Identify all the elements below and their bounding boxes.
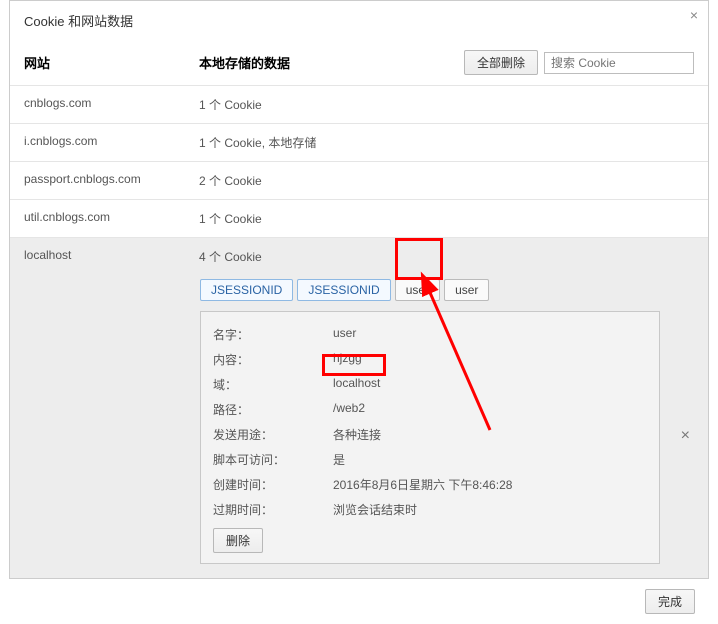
cookie-detail-box: 名字：user 内容：hjzgg 域：localhost 路径：/web2 发送… xyxy=(200,311,660,564)
site-cell: passport.cnblogs.com xyxy=(24,172,199,189)
site-cell: cnblogs.com xyxy=(24,96,199,113)
value-expires: 浏览会话结束时 xyxy=(333,501,647,518)
delete-all-button[interactable]: 全部删除 xyxy=(464,50,538,75)
table-row[interactable]: util.cnblogs.com 1 个 Cookie xyxy=(10,199,708,237)
label-name: 名字： xyxy=(213,326,333,343)
table-row-selected[interactable]: localhost 4 个 Cookie xyxy=(10,237,708,275)
table-row[interactable]: cnblogs.com 1 个 Cookie xyxy=(10,85,708,123)
value-created: 2016年8月6日星期六 下午8:46:28 xyxy=(333,476,647,493)
value-script: 是 xyxy=(333,451,647,468)
site-cell: i.cnblogs.com xyxy=(24,134,199,151)
value-path: /web2 xyxy=(333,401,647,418)
cookie-tag[interactable]: user xyxy=(395,279,440,301)
column-data: 本地存储的数据 xyxy=(199,53,464,72)
data-cell: 1 个 Cookie xyxy=(199,210,694,227)
label-expires: 过期时间： xyxy=(213,501,333,518)
label-content: 内容： xyxy=(213,351,333,368)
close-icon[interactable]: × xyxy=(690,7,698,23)
dialog-title: Cookie 和网站数据 xyxy=(24,11,694,30)
data-cell: 1 个 Cookie, 本地存储 xyxy=(199,134,694,151)
expanded-panel: JSESSIONID JSESSIONID user user 名字：user … xyxy=(10,275,708,578)
data-cell: 1 个 Cookie xyxy=(199,96,694,113)
cookie-tag-selected[interactable]: user xyxy=(444,279,489,301)
dialog-footer: 完成 xyxy=(9,579,709,624)
cookie-tag[interactable]: JSESSIONID xyxy=(297,279,390,301)
search-input[interactable] xyxy=(544,52,694,74)
site-cell: util.cnblogs.com xyxy=(24,210,199,227)
label-path: 路径： xyxy=(213,401,333,418)
done-button[interactable]: 完成 xyxy=(645,589,695,614)
label-created: 创建时间： xyxy=(213,476,333,493)
delete-cookie-button[interactable]: 删除 xyxy=(213,528,263,553)
value-name: user xyxy=(333,326,647,343)
value-domain: localhost xyxy=(333,376,647,393)
cookie-tag[interactable]: JSESSIONID xyxy=(200,279,293,301)
label-script: 脚本可访问： xyxy=(213,451,333,468)
data-cell: 2 个 Cookie xyxy=(199,172,694,189)
value-content: hjzgg xyxy=(333,351,647,368)
header-row: 网站 本地存储的数据 全部删除 xyxy=(10,36,708,85)
cookie-dialog: Cookie 和网站数据 × 网站 本地存储的数据 全部删除 cnblogs.c… xyxy=(9,0,709,579)
collapse-icon[interactable]: × xyxy=(681,427,690,445)
label-send: 发送用途： xyxy=(213,426,333,443)
site-cell: localhost xyxy=(24,248,199,265)
value-send: 各种连接 xyxy=(333,426,647,443)
data-cell: 4 个 Cookie xyxy=(199,248,694,265)
table-row[interactable]: passport.cnblogs.com 2 个 Cookie xyxy=(10,161,708,199)
cookie-tags: JSESSIONID JSESSIONID user user xyxy=(200,275,694,311)
column-site: 网站 xyxy=(24,53,199,72)
dialog-header: Cookie 和网站数据 × xyxy=(10,1,708,36)
label-domain: 域： xyxy=(213,376,333,393)
table-row[interactable]: i.cnblogs.com 1 个 Cookie, 本地存储 xyxy=(10,123,708,161)
